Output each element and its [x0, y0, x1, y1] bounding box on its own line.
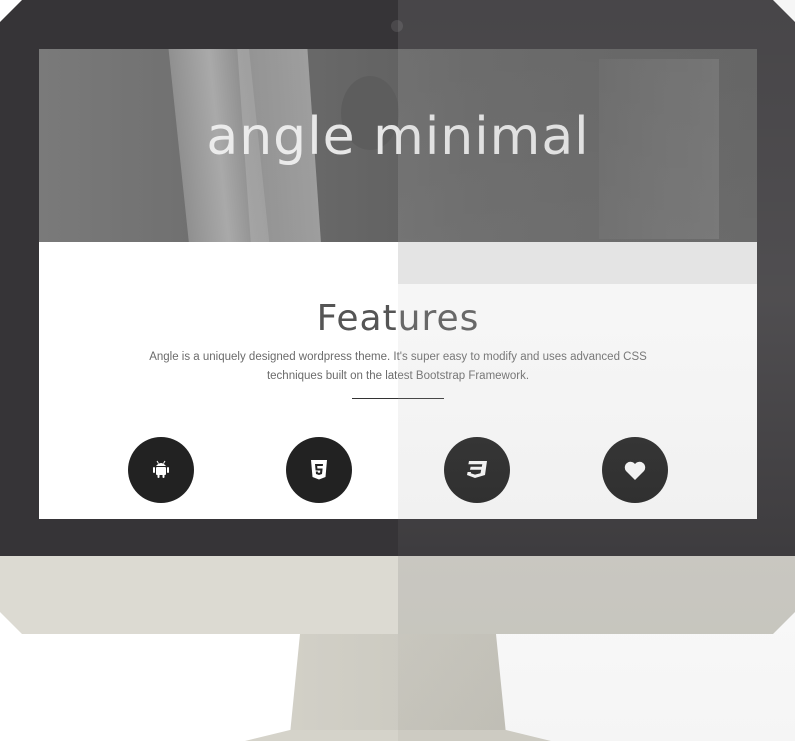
monitor-stand-foot	[245, 730, 551, 741]
android-feature-button[interactable]	[128, 437, 194, 503]
features-heading: Features	[316, 298, 480, 339]
css3-icon	[467, 461, 487, 478]
hero-title: angle minimal	[206, 107, 590, 167]
monitor-chin	[0, 556, 795, 634]
section-divider	[352, 398, 444, 399]
monitor-screen: angle minimal Features Angle is a unique…	[39, 49, 757, 519]
html5-icon	[311, 460, 327, 480]
monitor-stand-neck	[290, 634, 506, 734]
feature-icons-row	[39, 437, 757, 503]
webcam	[391, 20, 403, 32]
html5-feature-button[interactable]	[286, 437, 352, 503]
android-icon	[153, 460, 169, 478]
heart-feature-button[interactable]	[602, 437, 668, 503]
css3-feature-button[interactable]	[444, 437, 510, 503]
hero-banner: angle minimal	[39, 49, 757, 242]
heart-icon	[624, 461, 646, 480]
features-description: Angle is a uniquely designed wordpress t…	[149, 351, 647, 382]
features-section: Features Angle is a uniquely designed wo…	[39, 242, 757, 519]
